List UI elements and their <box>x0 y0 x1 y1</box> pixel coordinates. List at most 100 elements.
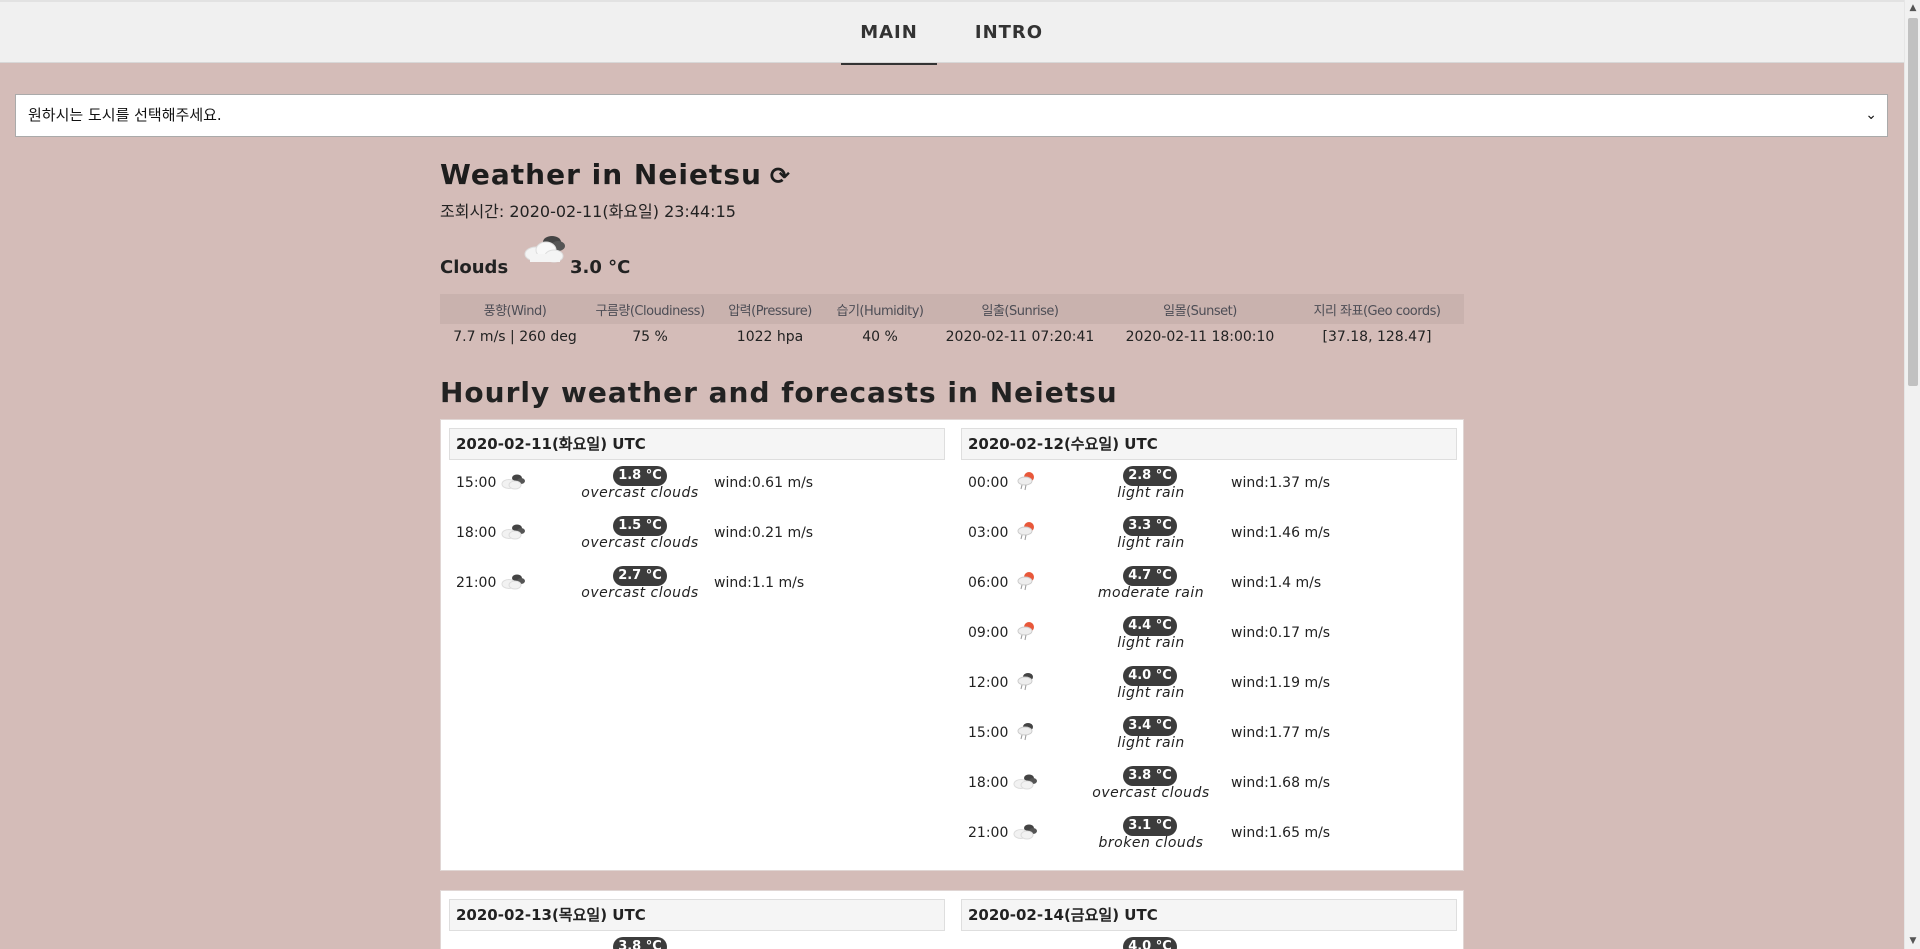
forecast-description: overcast clouds <box>581 485 699 501</box>
temperature-badge: 3.8 °C <box>613 937 667 949</box>
forecast-description: overcast clouds <box>581 585 699 601</box>
temperature-badge: 3.3 °C <box>1123 516 1177 536</box>
light-rain-night-icon <box>1011 720 1039 742</box>
forecast-rows: 3.8 °C <box>449 931 945 949</box>
forecast-description: broken clouds <box>1098 835 1204 851</box>
forecast-row: 18:00 1.5 °C overcast clouds wind:0.21 m/s <box>449 510 945 560</box>
forecast-rows: 4.0 °C <box>961 931 1457 949</box>
forecast-row: 12:00 4.0 °C light rain wind:1.19 m/s <box>961 660 1457 710</box>
forecast-time: 09:00 <box>968 625 1009 641</box>
weather-info-table: 풍향(Wind) 구름량(Cloudiness) 압력(Pressure) 습기… <box>440 294 1464 350</box>
day-header: 2020-02-11(화요일) UTC <box>449 428 945 460</box>
info-header-row: 풍향(Wind) 구름량(Cloudiness) 압력(Pressure) 습기… <box>440 294 1464 324</box>
temperature-badge: 4.0 °C <box>1123 937 1177 949</box>
scroll-thumb[interactable] <box>1908 18 1918 386</box>
value-wind: 7.7 m/s | 260 deg <box>453 329 577 345</box>
forecast-row: 21:00 3.1 °C broken clouds wind:1.65 m/s <box>961 810 1457 860</box>
scroll-down-icon[interactable]: ▼ <box>1905 933 1920 949</box>
forecast-description: overcast clouds <box>581 535 699 551</box>
forecast-wind: wind:1.65 m/s <box>1231 825 1331 841</box>
forecast-time: 06:00 <box>968 575 1009 591</box>
hourly-title: Hourly weather and forecasts in Neietsu <box>440 376 1118 409</box>
current-description: Clouds <box>440 257 509 278</box>
temperature-badge: 4.7 °C <box>1123 566 1177 586</box>
forecast-time: 15:00 <box>968 725 1009 741</box>
forecast-time: 18:00 <box>456 525 497 541</box>
forecast-rows: 00:00 2.8 °C light rain wind:1.37 m/s 03:00 3… <box>961 460 1457 860</box>
forecast-row: 15:00 1.8 °C overcast clouds wind:0.61 m/s <box>449 460 945 510</box>
value-sunset: 2020-02-11 18:00:10 <box>1125 329 1275 345</box>
forecast-row: 15:00 3.4 °C light rain wind:1.77 m/s <box>961 710 1457 760</box>
forecast-description: light rain <box>1117 635 1185 651</box>
top-nav: MAIN INTRO <box>0 0 1904 65</box>
value-geo-coords: [37.18, 128.47] <box>1322 329 1432 345</box>
overcast-clouds-icon <box>1011 770 1039 792</box>
temperature-badge: 1.5 °C <box>613 516 667 536</box>
city-select[interactable]: 원하시는 도시를 선택해주세요. ⌄ <box>15 94 1888 137</box>
forecast-description: light rain <box>1117 735 1185 751</box>
info-value-row: 7.7 m/s | 260 deg 75 % 1022 hpa 40 % 202… <box>440 324 1464 350</box>
forecast-wind: wind:0.17 m/s <box>1231 625 1331 641</box>
header-sunrise: 일출(Sunrise) <box>930 294 1110 324</box>
header-cloudiness: 구름량(Cloudiness) <box>590 294 710 324</box>
chevron-down-icon[interactable]: ⌄ <box>1865 95 1877 136</box>
forecast-description: light rain <box>1117 685 1185 701</box>
value-humidity: 40 % <box>862 329 898 345</box>
forecast-wind: wind:1.46 m/s <box>1231 525 1331 541</box>
forecast-wind: wind:1.77 m/s <box>1231 725 1331 741</box>
header-geo-coords: 지리 좌표(Geo coords) <box>1290 294 1464 324</box>
temperature-badge: 1.8 °C <box>613 466 667 486</box>
tab-main[interactable]: MAIN <box>841 2 937 65</box>
header-sunset: 일몰(Sunset) <box>1110 294 1290 324</box>
forecast-time: 03:00 <box>968 525 1009 541</box>
overcast-clouds-icon <box>499 470 527 492</box>
day-header: 2020-02-14(금요일) UTC <box>961 899 1457 931</box>
broken-clouds-icon <box>1011 820 1039 842</box>
forecast-time: 21:00 <box>456 575 497 591</box>
forecast-wind: wind:0.21 m/s <box>714 525 814 541</box>
broken-clouds-icon <box>524 236 565 263</box>
page-title-text: Weather in Neietsu <box>440 158 762 191</box>
page-scrollbar[interactable]: ▲ ▼ <box>1904 0 1920 949</box>
forecast-row: 09:00 4.4 °C light rain wind:0.17 m/s <box>961 610 1457 660</box>
forecast-row: 4.0 °C <box>961 931 1457 949</box>
forecast-time: 00:00 <box>968 475 1009 491</box>
day-column: 2020-02-11(화요일) UTC 15:00 1.8 °C overcast … <box>449 428 945 610</box>
light-rain-icon <box>1011 470 1039 492</box>
forecast-time: 18:00 <box>968 775 1009 791</box>
forecast-row: 18:00 3.8 °C overcast clouds wind:1.68 m/s <box>961 760 1457 810</box>
forecast-description: moderate rain <box>1097 585 1205 601</box>
temperature-badge: 3.1 °C <box>1123 816 1177 836</box>
header-wind: 풍향(Wind) <box>440 294 590 324</box>
query-time: 조회시간: 2020-02-11(화요일) 23:44:15 <box>440 202 736 221</box>
current-temperature: 3.0 °C <box>570 257 631 278</box>
refresh-icon[interactable]: ⟳ <box>770 162 791 190</box>
scroll-up-icon[interactable]: ▲ <box>1905 0 1920 16</box>
forecast-row: 00:00 2.8 °C light rain wind:1.37 m/s <box>961 460 1457 510</box>
light-rain-night-icon <box>1011 670 1039 692</box>
forecast-wind: wind:1.37 m/s <box>1231 475 1331 491</box>
overcast-clouds-icon <box>499 520 527 542</box>
forecast-description: light rain <box>1117 535 1185 551</box>
forecast-wind: wind:1.4 m/s <box>1231 575 1322 591</box>
city-select-placeholder: 원하시는 도시를 선택해주세요. <box>28 106 222 124</box>
light-rain-icon <box>1011 620 1039 642</box>
overcast-clouds-icon <box>499 570 527 592</box>
value-sunrise: 2020-02-11 07:20:41 <box>945 329 1095 345</box>
tab-intro[interactable]: INTRO <box>961 2 1057 65</box>
page-title: Weather in Neietsu ⟳ <box>440 158 791 191</box>
forecast-wind: wind:1.68 m/s <box>1231 775 1331 791</box>
forecast-row: 03:00 3.3 °C light rain wind:1.46 m/s <box>961 510 1457 560</box>
day-header: 2020-02-12(수요일) UTC <box>961 428 1457 460</box>
forecast-row: 21:00 2.7 °C overcast clouds wind:1.1 m/s <box>449 560 945 610</box>
header-pressure: 압력(Pressure) <box>710 294 830 324</box>
forecast-time: 21:00 <box>968 825 1009 841</box>
forecast-rows: 15:00 1.8 °C overcast clouds wind:0.61 m/s 1… <box>449 460 945 610</box>
header-humidity: 습기(Humidity) <box>830 294 930 324</box>
temperature-badge: 3.8 °C <box>1123 766 1177 786</box>
temperature-badge: 4.4 °C <box>1123 616 1177 636</box>
forecast-wind: wind:1.1 m/s <box>714 575 805 591</box>
light-rain-icon <box>1011 520 1039 542</box>
forecast-row: 3.8 °C <box>449 931 945 949</box>
day-column: 2020-02-13(목요일) UTC 3.8 °C <box>449 899 945 949</box>
